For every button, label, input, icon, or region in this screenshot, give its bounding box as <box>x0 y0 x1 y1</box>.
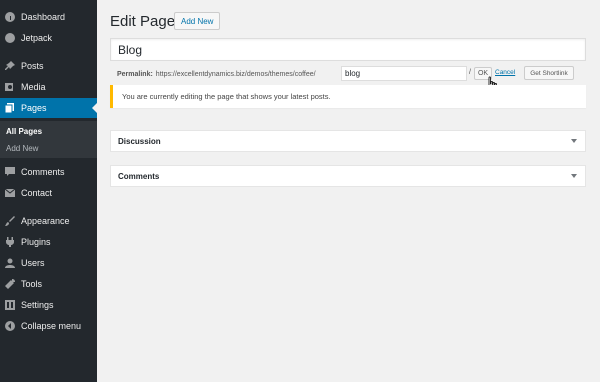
submenu-add-new[interactable]: Add New <box>6 144 38 153</box>
menu-collapse[interactable]: Collapse menu <box>0 316 97 336</box>
pin-icon <box>5 61 15 71</box>
plug-icon <box>5 237 15 247</box>
menu-label: Comments <box>21 167 65 177</box>
title-input[interactable] <box>110 38 586 61</box>
menu-plugins[interactable]: Plugins <box>0 232 97 252</box>
menu-users[interactable]: Users <box>0 253 97 273</box>
menu-label: Users <box>21 258 45 268</box>
menu-label: Collapse menu <box>21 321 82 331</box>
get-shortlink-button[interactable]: Get Shortlink <box>524 66 574 80</box>
permalink-row: Permalink: https://excellentdynamics.biz… <box>117 66 316 82</box>
permalink-base-url: https://excellentdynamics.biz/demos/them… <box>155 70 316 78</box>
postbox-title: Discussion <box>118 136 161 146</box>
brush-icon <box>5 216 15 226</box>
menu-label: Settings <box>21 300 54 310</box>
admin-sidebar: Dashboard Jetpack Posts Media Pages All … <box>0 0 97 382</box>
comment-icon <box>5 167 15 177</box>
menu-dashboard[interactable]: Dashboard <box>0 7 97 27</box>
notice-text: You are currently editing the page that … <box>122 92 331 101</box>
jetpack-icon <box>5 33 15 43</box>
editing-notice: You are currently editing the page that … <box>110 85 586 108</box>
menu-contact[interactable]: Contact <box>0 183 97 203</box>
menu-label: Contact <box>21 188 53 198</box>
menu-label: Dashboard <box>21 12 66 22</box>
menu-label: Jetpack <box>21 33 53 43</box>
pages-submenu: All Pages Add New <box>0 121 97 158</box>
cancel-link[interactable]: Cancel <box>495 69 515 76</box>
dashboard-icon <box>5 12 15 22</box>
menu-tools[interactable]: Tools <box>0 274 97 294</box>
postbox-title: Comments <box>118 171 160 181</box>
user-icon <box>5 258 15 268</box>
slug-trailing-slash: / <box>469 69 471 76</box>
menu-label: Tools <box>21 279 43 289</box>
discussion-postbox[interactable]: Discussion <box>110 130 586 152</box>
comments-postbox[interactable]: Comments <box>110 165 586 187</box>
menu-jetpack[interactable]: Jetpack <box>0 28 97 48</box>
settings-icon <box>5 300 15 310</box>
menu-media[interactable]: Media <box>0 77 97 97</box>
menu-label: Media <box>21 82 46 92</box>
caret-down-icon[interactable] <box>571 139 577 143</box>
envelope-icon <box>4 188 16 198</box>
collapse-icon <box>5 321 15 331</box>
caret-down-icon[interactable] <box>571 174 577 178</box>
menu-label: Pages <box>21 103 47 113</box>
menu-label: Posts <box>21 61 44 71</box>
add-new-button[interactable]: Add New <box>174 12 221 30</box>
media-icon <box>5 82 15 92</box>
menu-label: Plugins <box>21 237 51 247</box>
pages-icon <box>4 103 15 114</box>
wrench-icon <box>5 279 15 289</box>
menu-appearance[interactable]: Appearance <box>0 211 97 231</box>
menu-posts[interactable]: Posts <box>0 56 97 76</box>
menu-settings[interactable]: Settings <box>0 295 97 315</box>
page-title: Edit Page <box>110 13 176 30</box>
submenu-all-pages[interactable]: All Pages <box>6 127 42 136</box>
slug-input[interactable] <box>341 66 467 81</box>
menu-pages[interactable]: Pages <box>0 98 97 118</box>
permalink-label: Permalink: <box>117 70 153 78</box>
menu-label: Appearance <box>21 216 70 226</box>
menu-comments[interactable]: Comments <box>0 162 97 182</box>
current-indicator <box>92 103 97 113</box>
